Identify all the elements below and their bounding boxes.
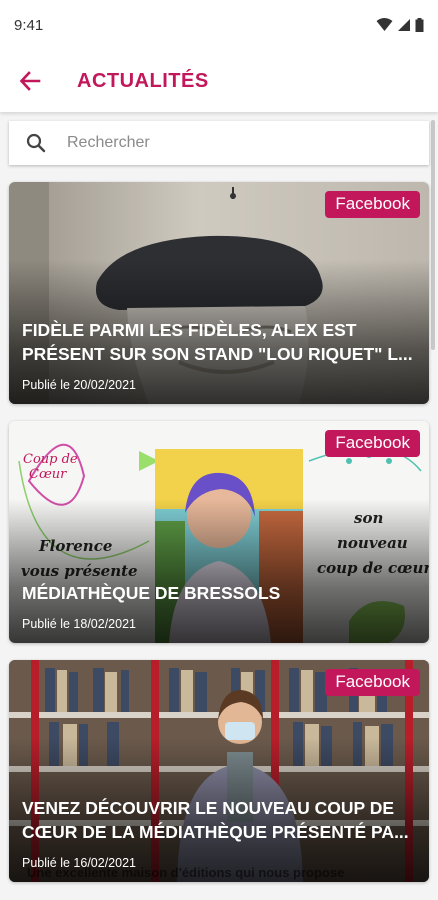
source-badge: Facebook [325, 669, 420, 696]
status-time: 9:41 [14, 16, 44, 34]
source-badge: Facebook [325, 430, 420, 457]
search-input[interactable] [67, 134, 407, 152]
page-title: ACTUALITÉS [77, 69, 209, 92]
battery-icon [415, 18, 424, 32]
news-card[interactable]: Coup deCœur Florence vous présente son n… [9, 421, 429, 643]
signal-icon [398, 19, 410, 31]
search-bar[interactable] [9, 121, 429, 165]
search-icon [9, 133, 63, 153]
status-bar: 9:41 [0, 0, 438, 50]
news-card[interactable]: Facebook VENEZ DÉCOUVRIR LE NOUVEAU COUP… [9, 660, 429, 882]
app-bar: ACTUALITÉS [0, 50, 438, 112]
status-icons [376, 18, 424, 32]
news-title: MÉDIATHÈQUE DE BRESSOLS [22, 583, 281, 603]
news-card[interactable]: Facebook FIDÈLE PARMI LES FIDÈLES, ALEX … [9, 182, 429, 404]
news-date: Publié le 20/02/2021 [22, 378, 136, 392]
wifi-icon [376, 18, 393, 31]
source-badge: Facebook [325, 191, 420, 218]
news-title: VENEZ DÉCOUVRIR LE NOUVEAU COUP DE CŒUR … [22, 798, 409, 842]
scrollbar[interactable] [431, 120, 435, 350]
news-title: FIDÈLE PARMI LES FIDÈLES, ALEX EST PRÉSE… [22, 320, 413, 364]
news-date: Publié le 18/02/2021 [22, 617, 136, 631]
video-caption: Une excellente maison d'éditions qui nou… [27, 865, 345, 880]
back-button[interactable] [0, 50, 60, 112]
arrow-left-icon [19, 71, 41, 91]
